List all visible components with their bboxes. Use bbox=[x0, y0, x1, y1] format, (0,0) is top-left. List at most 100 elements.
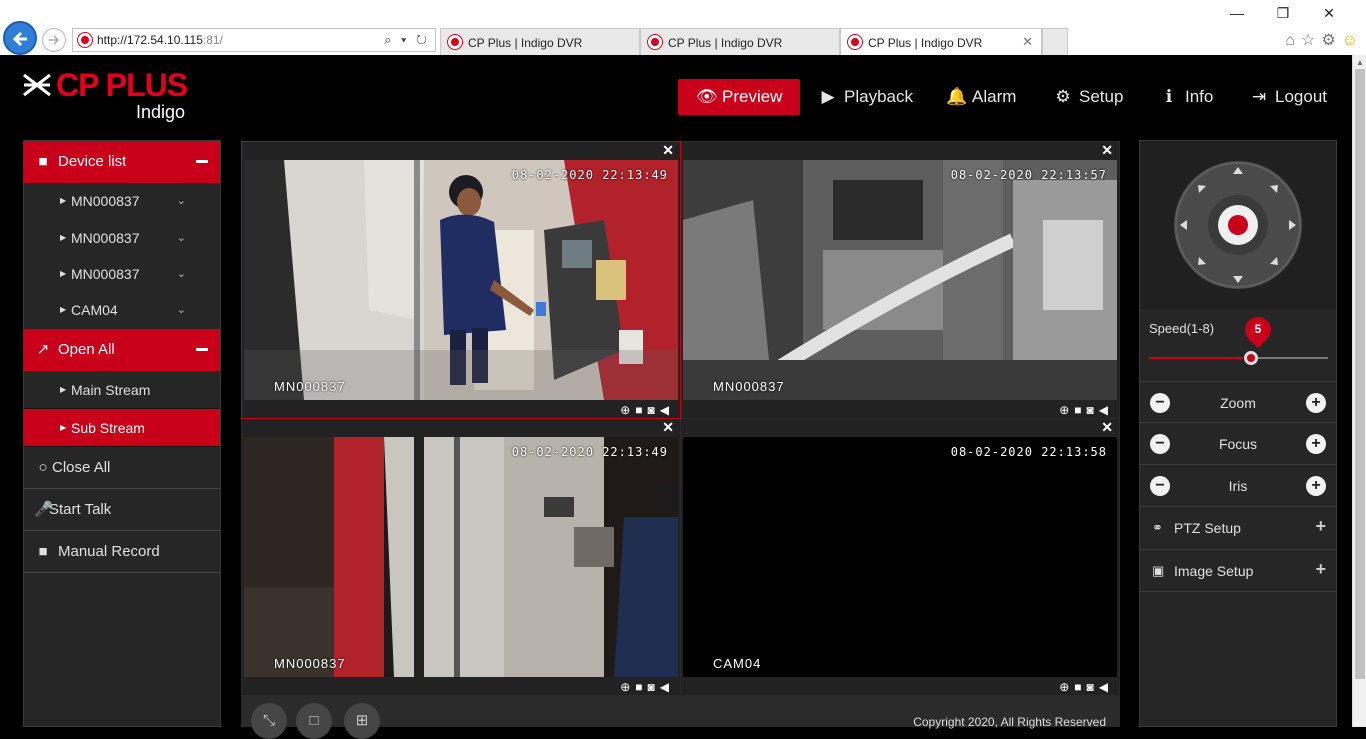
video-feed[interactable]: 08-02-2020 22:13:57 MN000837 bbox=[683, 160, 1117, 400]
close-icon[interactable]: ✕ bbox=[662, 419, 674, 436]
favorites-star-icon[interactable]: ☆ bbox=[1301, 30, 1315, 50]
collapse-icon[interactable] bbox=[196, 160, 208, 163]
nav-logout[interactable]: ⇥ Logout bbox=[1249, 79, 1327, 115]
device-item[interactable]: ▶ MN000837 ⌄ bbox=[24, 183, 220, 219]
channel-name-overlay: MN000837 bbox=[274, 379, 346, 394]
scrollbar-thumb[interactable] bbox=[1355, 69, 1365, 679]
new-tab-button[interactable] bbox=[1042, 28, 1068, 55]
zoom-plus-button[interactable]: + bbox=[1306, 393, 1326, 413]
device-item[interactable]: ▶ CAM04 ⌄ bbox=[24, 292, 220, 328]
tab-close-icon[interactable]: ✕ bbox=[1022, 34, 1033, 50]
chevron-down-icon[interactable]: ⌄ bbox=[177, 292, 186, 328]
cell-toolbar: ⊕■◙◀ bbox=[620, 680, 674, 694]
close-icon[interactable]: ✕ bbox=[662, 142, 674, 159]
tab-favicon bbox=[848, 35, 862, 49]
video-cell-1[interactable]: ✕ 08-02-2020 22:13:49 MN000837 ⊕■◙◀ bbox=[241, 141, 681, 419]
nav-setup[interactable]: ⚙ Setup bbox=[1053, 79, 1123, 115]
browser-tab[interactable]: CP Plus | Indigo DVR bbox=[640, 28, 840, 55]
chevron-down-icon[interactable]: ⌄ bbox=[177, 256, 186, 292]
fullscreen-button[interactable]: ⤡ bbox=[251, 703, 287, 739]
zoom-icon[interactable]: ⊕ bbox=[1059, 403, 1074, 417]
url-text: http://172.54.10.115:81/ bbox=[97, 33, 223, 47]
restore-button[interactable]: ❐ bbox=[1260, 5, 1306, 22]
forward-button[interactable] bbox=[42, 28, 66, 52]
quad-view-button[interactable]: ⊞ bbox=[344, 703, 380, 739]
back-button[interactable] bbox=[3, 21, 37, 55]
speed-slider-handle[interactable] bbox=[1244, 351, 1258, 365]
record-icon[interactable]: ■ bbox=[1074, 403, 1086, 417]
video-feed[interactable]: 08-02-2020 22:13:49 MN000837 bbox=[244, 160, 678, 400]
video-cell-4[interactable]: ✕ 08-02-2020 22:13:58 CAM04 ⊕■◙◀ bbox=[681, 419, 1119, 695]
focus-row: − Focus + bbox=[1140, 422, 1336, 464]
nav-alarm[interactable]: 🔔 Alarm bbox=[946, 79, 1016, 115]
sub-stream-item[interactable]: ▶ Sub Stream bbox=[24, 409, 220, 447]
device-item[interactable]: ▶ MN000837 ⌄ bbox=[24, 256, 220, 292]
cp-plus-mark-icon bbox=[23, 73, 51, 97]
zoom-icon[interactable]: ⊕ bbox=[1059, 680, 1074, 694]
snapshot-icon[interactable]: ◙ bbox=[1087, 403, 1099, 417]
external-link-icon: ↗ bbox=[36, 341, 50, 358]
brand-name: CP PLUS bbox=[56, 67, 188, 103]
browser-tab[interactable]: CP Plus | Indigo DVR bbox=[440, 28, 640, 55]
settings-gear-icon[interactable]: ⚙ bbox=[1321, 30, 1335, 50]
expand-plus-icon[interactable]: + bbox=[1315, 559, 1326, 580]
browser-tab-active[interactable]: CP Plus | Indigo DVR ✕ bbox=[840, 28, 1042, 55]
snapshot-icon[interactable]: ◙ bbox=[648, 680, 660, 694]
feedback-smiley-icon[interactable]: ☺ bbox=[1342, 32, 1358, 50]
cell-toolbar: ⊕■◙◀ bbox=[1059, 680, 1113, 694]
audio-icon[interactable]: ◀ bbox=[1099, 403, 1113, 417]
zoom-icon[interactable]: ⊕ bbox=[620, 680, 635, 694]
video-feed[interactable]: 08-02-2020 22:13:49 MN000837 bbox=[244, 437, 678, 677]
channel-name-overlay: CAM04 bbox=[713, 656, 762, 671]
close-all-button[interactable]: ○ Close All bbox=[24, 447, 220, 489]
single-view-button[interactable]: □ bbox=[296, 703, 332, 739]
nav-playback[interactable]: ▶ Playback bbox=[818, 79, 913, 115]
triangle-icon: ▶ bbox=[60, 423, 67, 432]
ptz-panel: Speed(1-8) 5 − Zoom + − Focus + − Iris +… bbox=[1139, 140, 1337, 727]
close-icon[interactable]: ✕ bbox=[1101, 142, 1113, 159]
nav-info[interactable]: ℹ Info bbox=[1159, 79, 1214, 115]
snapshot-icon[interactable]: ◙ bbox=[1087, 680, 1099, 694]
expand-triangle-icon: ▶ bbox=[60, 269, 67, 278]
video-grid: ✕ 08-02-2020 22:13:49 MN000837 ⊕■◙◀ ✕ 08… bbox=[241, 141, 1120, 727]
focus-plus-button[interactable]: + bbox=[1306, 434, 1326, 454]
minimize-button[interactable]: — bbox=[1214, 5, 1260, 21]
close-icon[interactable]: ✕ bbox=[1101, 419, 1113, 436]
timestamp-overlay: 08-02-2020 22:13:57 bbox=[950, 168, 1107, 182]
manual-record-button[interactable]: ■ Manual Record bbox=[24, 531, 220, 573]
device-item[interactable]: ▶ MN000837 ⌄ bbox=[24, 220, 220, 256]
video-cell-2[interactable]: ✕ 08-02-2020 22:13:57 MN000837 ⊕■◙◀ bbox=[681, 142, 1119, 418]
snapshot-icon[interactable]: ◙ bbox=[648, 403, 660, 417]
audio-icon[interactable]: ◀ bbox=[1099, 680, 1113, 694]
audio-icon[interactable]: ◀ bbox=[660, 680, 674, 694]
video-feed[interactable]: 08-02-2020 22:13:58 CAM04 bbox=[683, 437, 1117, 677]
scroll-up-icon[interactable]: ▲ bbox=[1356, 58, 1364, 67]
ptz-direction-dial[interactable] bbox=[1140, 141, 1336, 309]
image-setup-item[interactable]: ▣ Image Setup + bbox=[1140, 549, 1336, 592]
address-tools[interactable]: ⌕ ▾ ↻ bbox=[384, 32, 430, 48]
nav-preview[interactable]: 👁 Preview bbox=[678, 79, 801, 115]
video-cell-3[interactable]: ✕ 08-02-2020 22:13:49 MN000837 ⊕■◙◀ bbox=[242, 419, 680, 695]
address-bar[interactable]: http://172.54.10.115:81/ ⌕ ▾ ↻ bbox=[72, 28, 436, 52]
main-stream-item[interactable]: ▶ Main Stream bbox=[24, 371, 220, 409]
record-icon[interactable]: ■ bbox=[635, 680, 647, 694]
iris-plus-button[interactable]: + bbox=[1306, 476, 1326, 496]
chevron-down-icon[interactable]: ⌄ bbox=[177, 183, 186, 219]
device-list-header[interactable]: ■ Device list bbox=[24, 141, 220, 183]
open-all-header[interactable]: ↗ Open All bbox=[24, 329, 220, 371]
record-icon[interactable]: ■ bbox=[635, 403, 647, 417]
audio-icon[interactable]: ◀ bbox=[660, 403, 674, 417]
browser-toolbar-icons: ⌂ ☆ ⚙ ☺ bbox=[1279, 30, 1358, 50]
expand-plus-icon[interactable]: + bbox=[1315, 516, 1326, 537]
window-close-button[interactable]: ✕ bbox=[1306, 5, 1352, 22]
collapse-icon[interactable] bbox=[196, 348, 208, 351]
ptz-setup-item[interactable]: ⚭ PTZ Setup + bbox=[1140, 506, 1336, 549]
home-icon[interactable]: ⌂ bbox=[1285, 32, 1295, 50]
zoom-icon[interactable]: ⊕ bbox=[620, 403, 635, 417]
speed-slider-fill bbox=[1149, 357, 1251, 359]
page-scrollbar[interactable]: ▲ bbox=[1352, 55, 1366, 727]
record-icon[interactable]: ■ bbox=[1074, 680, 1086, 694]
start-talk-button[interactable]: 🎤 Start Talk bbox=[24, 489, 220, 531]
chevron-down-icon[interactable]: ⌄ bbox=[177, 220, 186, 256]
speed-slider[interactable]: 5 bbox=[1149, 311, 1328, 365]
